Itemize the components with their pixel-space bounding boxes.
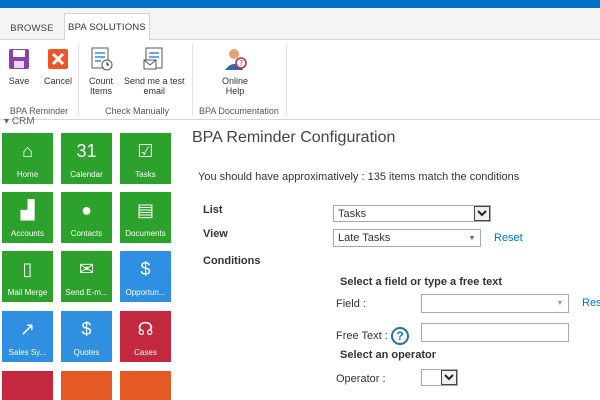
save-icon — [9, 49, 29, 69]
dollar-icon: $ — [140, 259, 151, 279]
tile-send-e-m[interactable]: ✉ Send E-m... — [61, 251, 112, 302]
list-select-value: Tasks — [338, 207, 367, 220]
cancel-icon — [48, 49, 68, 69]
collapse-arrow-icon: ▾ — [4, 116, 10, 127]
crm-header-label: CRM — [11, 116, 35, 127]
ribbon-tabs: BROWSE BPA SOLUTIONS — [0, 8, 600, 41]
svg-text:?: ? — [239, 59, 243, 68]
main-content: BPA Reminder Configuration You should ha… — [190, 120, 600, 400]
free-text-input[interactable] — [421, 323, 569, 342]
tile-cases[interactable]: ☊ Cases — [120, 311, 171, 362]
approx-count-text: You should have approximatively : 135 it… — [198, 171, 520, 183]
group-separator — [286, 44, 287, 116]
headset-icon: ☊ — [137, 319, 154, 339]
tile-label: Accounts — [11, 229, 44, 238]
select-operator-heading: Select an operator — [340, 349, 436, 361]
group-separator — [78, 44, 79, 116]
chevron-down-icon — [441, 370, 457, 385]
group-label-bpa-reminder: BPA Reminder — [9, 106, 69, 116]
tasks-icon: ☑ — [137, 141, 154, 161]
help-icon[interactable]: ? — [391, 327, 409, 345]
tile-quotes[interactable]: $ Quotes — [61, 311, 112, 362]
list-label: List — [203, 204, 223, 216]
chart-icon: ↗ — [19, 319, 36, 339]
tile-label: Cases — [134, 348, 157, 357]
save-label: Save — [8, 76, 30, 86]
count-items-button[interactable]: Count Items — [88, 46, 114, 96]
field-label: Field : — [336, 298, 366, 310]
conditions-label: Conditions — [203, 255, 261, 267]
tile-calendar[interactable]: 31 Calendar — [61, 133, 112, 184]
tile-label: Home — [16, 170, 39, 179]
accounts-icon: ▟ — [20, 200, 35, 220]
chevron-down-icon: ▼ — [556, 300, 564, 307]
view-label: View — [203, 228, 228, 240]
tile-mail-merge[interactable]: ▯ Mail Merge — [2, 251, 53, 302]
page-title: BPA Reminder Configuration — [192, 129, 396, 146]
envelope-icon: ✉ — [78, 259, 95, 279]
tile-home[interactable]: ⌂ Home — [2, 133, 53, 184]
tile-accounts[interactable]: ▟ Accounts — [2, 192, 53, 243]
chevron-down-icon — [474, 206, 490, 221]
cancel-label: Cancel — [44, 76, 73, 86]
documents-icon: ▤ — [136, 200, 154, 220]
view-select-value: Late Tasks — [338, 232, 391, 244]
tile-partial[interactable] — [120, 371, 171, 400]
send-test-email-button[interactable]: Send me a test email — [124, 46, 185, 96]
tile-label: Contacts — [70, 229, 103, 238]
chevron-down-icon: ▼ — [468, 234, 476, 242]
quotes-icon: $ — [81, 319, 92, 339]
field-reset-link[interactable]: Rese — [582, 297, 600, 309]
group-label-check-manually: Check Manually — [104, 106, 170, 116]
tab-browse[interactable]: BROWSE — [0, 16, 64, 40]
tile-partial[interactable] — [2, 371, 53, 400]
tile-contacts[interactable]: ● Contacts — [61, 192, 112, 243]
tile-label: Mail Merge — [7, 288, 48, 297]
send-test-email-label: Send me a test email — [124, 76, 185, 96]
tile-label: Calendar — [70, 170, 103, 179]
cancel-button[interactable]: Cancel — [44, 46, 72, 86]
crm-header[interactable]: ▾ CRM — [0, 116, 180, 128]
contacts-icon: ● — [81, 200, 92, 220]
list-select[interactable]: Tasks — [333, 205, 491, 222]
free-text-label: Free Text : — [336, 330, 388, 342]
email-document-icon — [143, 47, 163, 70]
help-person-icon: ? — [225, 49, 247, 70]
tile-partial[interactable] — [61, 371, 112, 400]
count-items-icon — [91, 47, 113, 71]
tile-label: Opportun... — [125, 288, 166, 297]
count-items-label: Count Items — [88, 76, 114, 96]
calendar-icon: 31 — [76, 141, 97, 161]
view-reset-link[interactable]: Reset — [494, 232, 523, 244]
tile-tasks[interactable]: ☑ Tasks — [120, 133, 171, 184]
tile-label: Quotes — [73, 348, 100, 357]
operator-label: Operator : — [336, 373, 386, 385]
save-button[interactable]: Save — [6, 46, 32, 86]
tile-label: Tasks — [135, 170, 156, 179]
tab-bpa-solutions[interactable]: BPA SOLUTIONS — [64, 13, 150, 41]
select-field-heading: Select a field or type a free text — [340, 276, 503, 288]
home-icon: ⌂ — [22, 141, 33, 161]
view-select[interactable]: Late Tasks ▼ — [333, 229, 481, 247]
tile-sales-sy[interactable]: ↗ Sales Sy... — [2, 311, 53, 362]
field-select[interactable]: ▼ — [421, 294, 569, 313]
ribbon: Save Cancel BPA Reminder Count Items Sen… — [0, 40, 600, 120]
tile-label: Send E-m... — [65, 288, 108, 297]
group-separator — [192, 44, 193, 116]
tile-label: Sales Sy... — [8, 348, 47, 357]
tile-opportun[interactable]: $ Opportun... — [120, 251, 171, 302]
tile-documents[interactable]: ▤ Documents — [120, 192, 171, 243]
operator-select[interactable] — [421, 369, 458, 386]
group-label-bpa-documentation: BPA Documentation — [199, 106, 279, 116]
mail-merge-icon: ▯ — [22, 259, 33, 279]
tile-label: Documents — [125, 229, 166, 238]
app-tiles: ⌂ Home 31 Calendar ☑ Tasks ▟ Accounts ● Contacts ▤… — [0, 128, 182, 400]
online-help-label: Online Help — [222, 76, 249, 96]
suite-bar — [0, 0, 600, 8]
online-help-button[interactable]: ? Online Help — [222, 46, 248, 96]
